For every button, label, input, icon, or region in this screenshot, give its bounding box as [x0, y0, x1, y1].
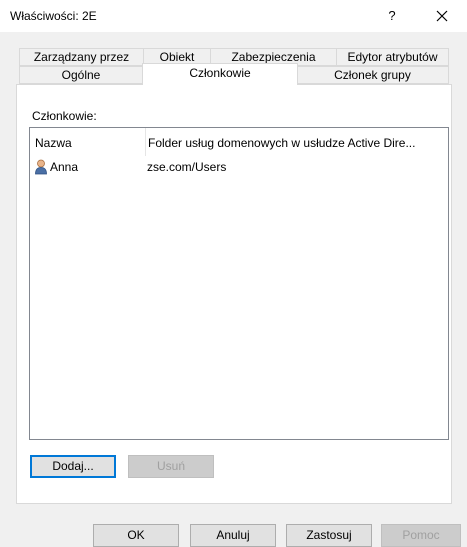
cancel-button[interactable]: Anuluj [190, 524, 276, 547]
apply-button[interactable]: Zastosuj [286, 524, 372, 547]
ok-button[interactable]: OK [93, 524, 179, 547]
tab-managed-by[interactable]: Zarządzany przez [19, 48, 144, 66]
member-name: Anna [50, 160, 79, 174]
tab-general[interactable]: Ogólne [19, 66, 143, 84]
list-item[interactable]: Anna zse.com/Users [30, 158, 448, 176]
remove-button[interactable]: Usuń [128, 455, 214, 478]
close-icon [436, 10, 448, 22]
title-bar: Właściwości: 2E ? [0, 0, 467, 32]
help-dialog-button[interactable]: Pomoc [381, 524, 461, 547]
help-button[interactable]: ? [376, 4, 408, 28]
column-header-folder[interactable]: Folder usług domenowych w usłudze Active… [148, 136, 415, 150]
window-title: Właściwości: 2E [10, 9, 97, 23]
tab-member-of[interactable]: Członek grupy [296, 66, 449, 84]
tab-attribute-editor[interactable]: Edytor atrybutów [336, 48, 449, 66]
close-button[interactable] [422, 4, 462, 28]
tab-members[interactable]: Członkowie [142, 63, 298, 85]
column-header-name[interactable]: Nazwa [35, 136, 72, 150]
members-list[interactable]: Nazwa Folder usług domenowych w usłudze … [29, 127, 449, 440]
member-folder: zse.com/Users [147, 160, 227, 174]
user-icon [35, 159, 47, 175]
list-header: Nazwa Folder usług domenowych w usłudze … [30, 128, 448, 156]
add-button[interactable]: Dodaj... [30, 455, 116, 478]
members-label: Członkowie: [32, 109, 97, 123]
column-divider[interactable] [145, 128, 146, 156]
